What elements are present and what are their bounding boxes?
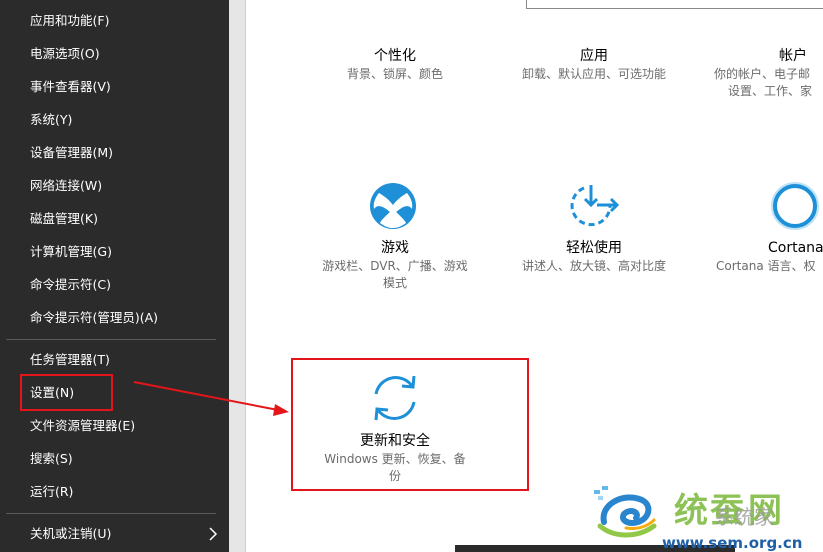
tile-title: 应用 — [580, 48, 608, 64]
cortana-ring-icon — [771, 182, 819, 230]
highlight-box-settings — [20, 374, 113, 411]
tile-title: 轻松使用 — [566, 240, 622, 256]
ease-of-access-icon — [570, 185, 620, 227]
xbox-icon — [370, 183, 416, 229]
tile-personalization[interactable]: 个性化 背景、锁屏、颜色 — [300, 46, 490, 83]
menu-item-network[interactable]: 网络连接(W) — [30, 174, 102, 198]
tile-apps[interactable]: 应用 卸载、默认应用、可选功能 — [499, 46, 689, 83]
tile-accounts[interactable]: 帐户 你的帐户、电子邮 设置、工作、家 — [714, 46, 823, 100]
tile-desc: 讲述人、放大镜、高对比度 — [521, 259, 666, 273]
tile-desc: 背景、锁屏、颜色 — [346, 67, 443, 81]
menu-item-device-manager[interactable]: 设备管理器(M) — [30, 141, 113, 165]
menu-item-system[interactable]: 系统(Y) — [30, 108, 72, 132]
menu-item-shutdown[interactable]: 关机或注销(U) — [30, 522, 111, 546]
menu-item-task-manager[interactable]: 任务管理器(T) — [30, 348, 110, 372]
tile-title: 帐户 — [779, 48, 807, 64]
menu-item-disk-management[interactable]: 磁盘管理(K) — [30, 207, 98, 231]
menu-separator — [6, 339, 216, 340]
tile-desc: 游戏栏、DVR、广播、游戏 — [322, 259, 468, 273]
menu-item-cmd[interactable]: 命令提示符(C) — [30, 273, 111, 297]
menu-item-event-viewer[interactable]: 事件查看器(V) — [30, 75, 111, 99]
tile-cortana[interactable]: Cortana Cortana 语言、权 — [714, 238, 823, 275]
tile-title: Cortana — [768, 240, 823, 256]
svg-text:www.sem.org.cn: www.sem.org.cn — [662, 534, 802, 552]
menu-item-run[interactable]: 运行(R) — [30, 480, 73, 504]
svg-text:统: 统 — [674, 491, 708, 531]
tile-gaming[interactable]: 游戏 游戏栏、DVR、广播、游戏 模式 — [300, 238, 490, 292]
tile-desc: 模式 — [382, 276, 407, 290]
menu-item-apps-features[interactable]: 应用和功能(F) — [30, 9, 109, 33]
tile-title: 游戏 — [381, 240, 409, 256]
menu-item-computer-mgmt[interactable]: 计算机管理(G) — [30, 240, 112, 264]
tile-desc: Cortana 语言、权 — [716, 259, 816, 273]
site-logo: 统 蚕 网 系统家 www.sem.org.cn — [594, 486, 802, 552]
menu-item-search[interactable]: 搜索(S) — [30, 447, 73, 471]
window-gutter — [229, 0, 245, 552]
tile-desc: 卸载、默认应用、可选功能 — [521, 67, 666, 81]
tile-desc: 你的帐户、电子邮 — [714, 67, 811, 81]
tile-ease-of-access[interactable]: 轻松使用 讲述人、放大镜、高对比度 — [499, 238, 689, 275]
search-box-edge — [526, 0, 823, 9]
menu-separator — [6, 513, 216, 514]
window-border — [245, 0, 246, 552]
tile-desc: 设置、工作、家 — [728, 84, 813, 98]
winx-menu: 应用和功能(F) 电源选项(O) 事件查看器(V) 系统(Y) 设备管理器(M)… — [0, 0, 229, 552]
highlight-box-update-security — [291, 358, 529, 491]
menu-item-file-explorer[interactable]: 文件资源管理器(E) — [30, 414, 135, 438]
tile-title: 个性化 — [374, 48, 416, 64]
menu-item-power-options[interactable]: 电源选项(O) — [30, 42, 100, 66]
menu-item-cmd-admin[interactable]: 命令提示符(管理员)(A) — [30, 306, 158, 330]
svg-text:系统家: 系统家 — [714, 505, 774, 529]
chevron-right-icon — [209, 527, 218, 541]
